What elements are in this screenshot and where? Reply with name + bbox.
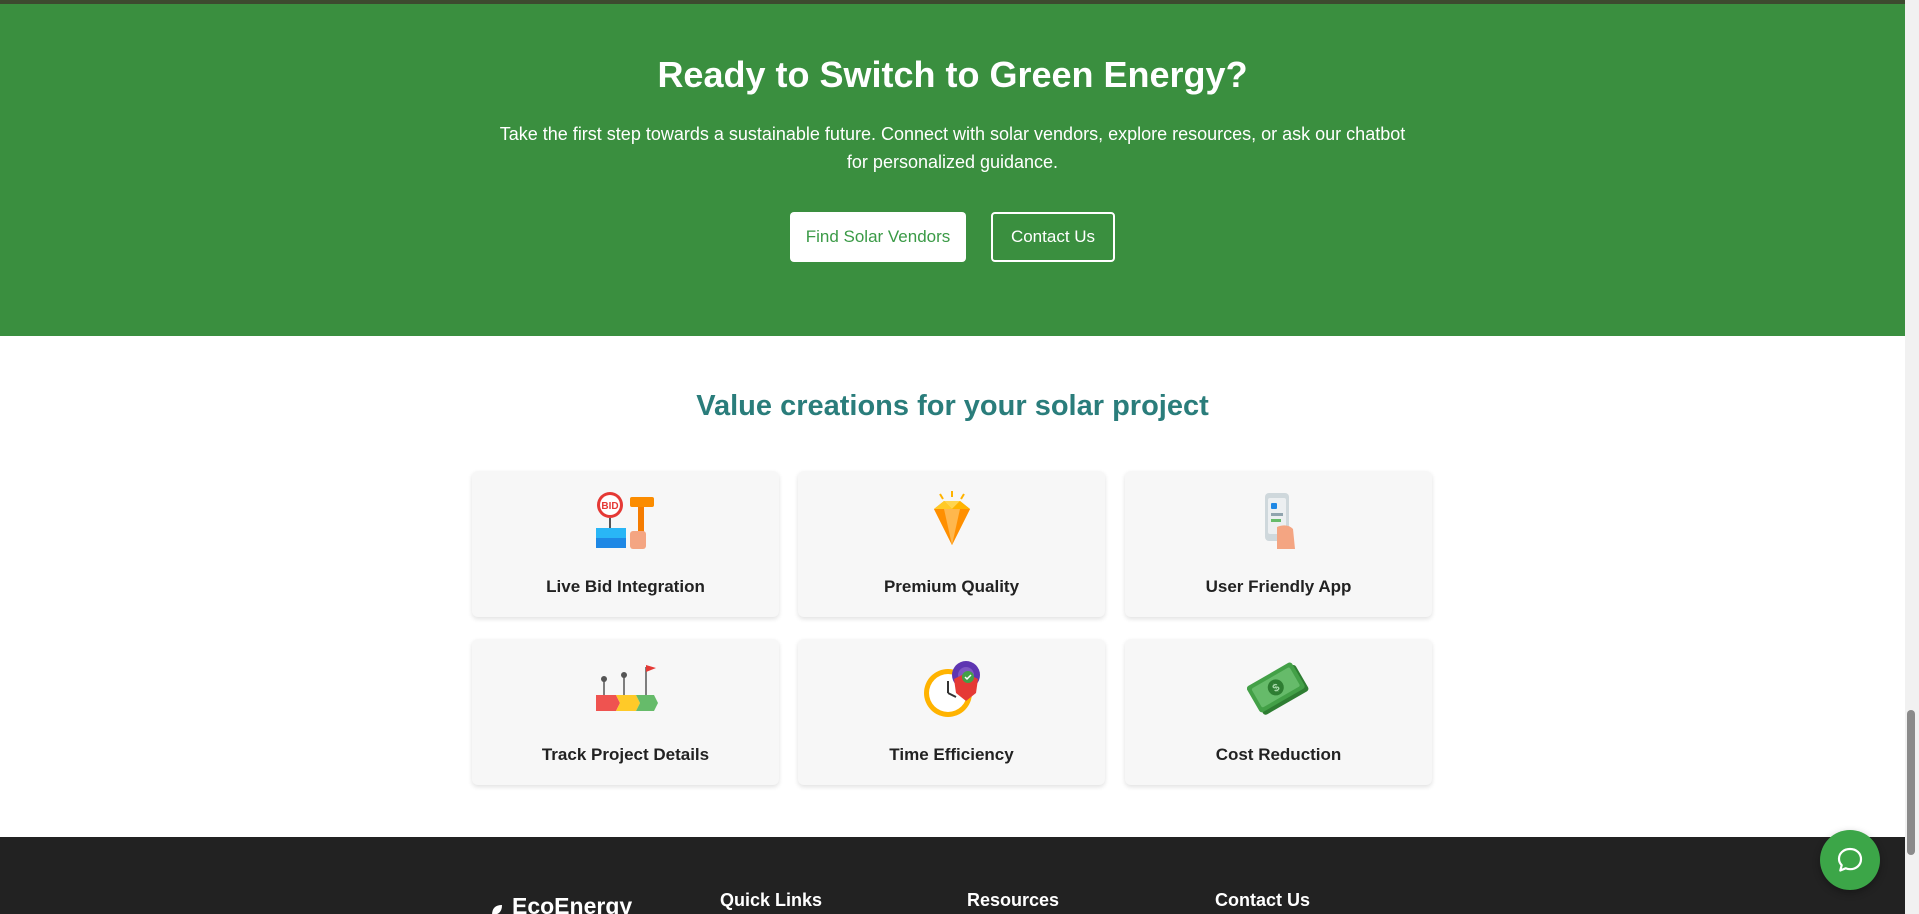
footer-heading-resources: Resources bbox=[967, 890, 1060, 910]
value-card-premium-quality: Premium Quality bbox=[798, 471, 1105, 617]
value-card-time-efficiency: Time Efficiency bbox=[798, 639, 1105, 785]
clock-gear-icon bbox=[923, 661, 980, 717]
footer-heading-contact-us: Contact Us bbox=[1215, 890, 1311, 910]
value-card-label: Premium Quality bbox=[883, 577, 1020, 596]
value-card-track-project: Track Project Details bbox=[472, 639, 779, 785]
value-card-cost-reduction: $ Cost Reduction bbox=[1125, 639, 1432, 785]
values-section-title: Value creations for your solar project bbox=[696, 390, 1209, 422]
value-card-label: User Friendly App bbox=[1205, 577, 1352, 596]
value-card-label: Track Project Details bbox=[541, 745, 710, 764]
chat-bubble-icon bbox=[1837, 847, 1863, 872]
contact-us-button[interactable]: Contact Us bbox=[991, 212, 1115, 262]
value-card-label: Live Bid Integration bbox=[546, 577, 705, 596]
find-solar-vendors-button[interactable]: Find Solar Vendors bbox=[790, 212, 966, 262]
footer-heading-quick-links: Quick Links bbox=[720, 890, 823, 910]
cta-title: Ready to Switch to Green Energy? bbox=[657, 54, 1248, 95]
cta-section: Ready to Switch to Green Energy? Take th… bbox=[0, 4, 1905, 336]
phone-hand-icon bbox=[1264, 493, 1295, 549]
scrollbar-thumb[interactable] bbox=[1907, 710, 1915, 855]
money-bills-icon: $ bbox=[1246, 662, 1308, 715]
bid-auction-icon: BID bbox=[595, 492, 654, 549]
cta-description: Take the first step towards a sustainabl… bbox=[499, 124, 1406, 172]
leaf-icon bbox=[492, 905, 502, 914]
value-card-user-friendly-app: User Friendly App bbox=[1125, 471, 1432, 617]
svg-text:BID: BID bbox=[601, 501, 618, 512]
site-footer: EcoEnergy Quick Links Resources Contact … bbox=[0, 837, 1905, 914]
progress-milestone-icon bbox=[595, 665, 658, 711]
diamond-icon bbox=[933, 491, 970, 545]
footer-brand[interactable]: EcoEnergy bbox=[512, 893, 632, 914]
value-card-label: Time Efficiency bbox=[889, 745, 1014, 764]
value-card-live-bid: BID Live Bid Integration bbox=[472, 471, 779, 617]
chat-button[interactable] bbox=[1820, 830, 1880, 890]
value-card-label: Cost Reduction bbox=[1215, 745, 1342, 764]
